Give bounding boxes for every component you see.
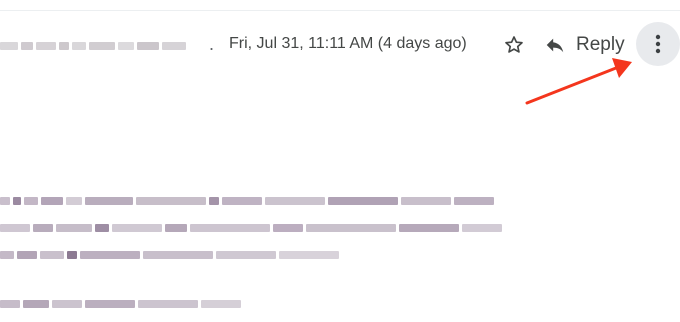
more-vert-icon — [655, 34, 661, 54]
reply-button[interactable]: Reply — [544, 28, 625, 62]
header-divider — [0, 10, 680, 11]
header-separator: . — [209, 34, 215, 54]
redacted-line — [0, 250, 342, 260]
email-date: Fri, Jul 31, 11:11 AM (4 days ago) — [229, 35, 467, 52]
redacted-line — [0, 299, 244, 309]
reply-label: Reply — [576, 34, 625, 55]
star-outline-icon — [505, 36, 523, 53]
redacted-line — [0, 223, 505, 233]
more-options-button[interactable] — [636, 22, 680, 66]
star-button[interactable] — [499, 30, 529, 60]
redacted-line — [0, 196, 497, 206]
reply-arrow-icon — [546, 38, 564, 53]
redacted-sender — [0, 38, 220, 54]
